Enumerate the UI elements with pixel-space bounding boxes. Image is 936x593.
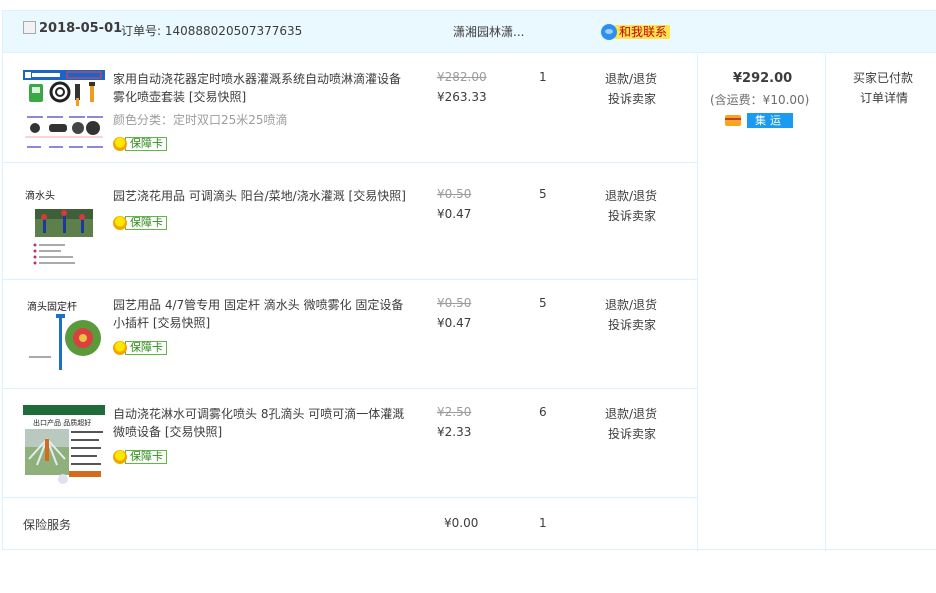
thumb-text: 出口产品 品质超好 xyxy=(33,418,91,427)
thumb-text: 滴水头 xyxy=(25,189,55,202)
complain-seller-link[interactable]: 投诉卖家 xyxy=(608,316,656,333)
guarantee-label: 保障卡 xyxy=(125,450,167,464)
item-paid-price: ¥263.33 xyxy=(437,90,487,104)
item-original-price: ¥0.50 xyxy=(437,296,472,310)
insurance-row: 保险服务 ¥0.00 1 xyxy=(3,498,697,550)
item-quantity: 1 xyxy=(539,70,547,84)
guarantee-badge[interactable]: 保障卡 xyxy=(113,341,167,355)
item-quantity: 5 xyxy=(539,296,547,310)
column-divider xyxy=(697,54,698,551)
shop-name-link[interactable]: 潇湘园林潇... xyxy=(453,23,524,40)
guarantee-badge-icon xyxy=(113,450,127,464)
guarantee-badge[interactable]: 保障卡 xyxy=(113,137,167,151)
guarantee-label: 保障卡 xyxy=(125,137,167,151)
guarantee-badge-icon xyxy=(113,137,127,151)
credit-card-icon[interactable] xyxy=(725,115,741,126)
order-detail-link[interactable]: 订单详情 xyxy=(860,89,908,106)
order-date: 2018-05-01 xyxy=(39,21,123,36)
order-status: 买家已付款 xyxy=(853,71,914,85)
guarantee-badge[interactable]: 保障卡 xyxy=(113,450,167,464)
product-image-mist-nozzle: 出口产品 品质超好 xyxy=(23,405,105,487)
payment-row: 集运 xyxy=(725,113,793,128)
product-image-stake: 滴头固定杆 xyxy=(23,296,105,378)
refund-return-link[interactable]: 退款/退货 xyxy=(605,296,657,313)
guarantee-badge-icon xyxy=(113,341,127,355)
item-paid-price: ¥2.33 xyxy=(437,425,472,439)
order-item-row: 家用自动浇花器定时喷水器灌溉系统自动喷淋滴灌设备雾化喷壶套装 [交易快照] 颜色… xyxy=(3,54,697,163)
complain-seller-link[interactable]: 投诉卖家 xyxy=(608,207,656,224)
column-divider xyxy=(825,54,826,551)
order-number: 订单号: 140888020507377635 xyxy=(121,22,302,39)
item-title-link[interactable]: 家用自动浇花器定时喷水器灌溉系统自动喷淋滴灌设备雾化喷壶套装 [交易快照] xyxy=(113,70,409,106)
order-total: ¥292.00 xyxy=(733,71,793,86)
refund-return-link[interactable]: 退款/退货 xyxy=(605,187,657,204)
shipping-fee: (含运费：¥10.00) xyxy=(710,93,810,107)
item-paid-price: ¥0.47 xyxy=(437,316,472,330)
order-checkbox[interactable] xyxy=(23,21,36,34)
insurance-quantity: 1 xyxy=(539,516,547,530)
item-title-link[interactable]: 园艺用品 4/7管专用 固定杆 滴水头 微喷雾化 固定设备小插杆 [交易快照] xyxy=(113,296,409,332)
guarantee-label: 保障卡 xyxy=(125,341,167,355)
thumb-text: 滴头固定杆 xyxy=(27,300,77,313)
item-original-price: ¥0.50 xyxy=(437,187,472,201)
contact-seller-label: 和我联系 xyxy=(614,25,671,39)
item-thumbnail[interactable]: 滴水头 xyxy=(23,187,105,269)
order-number-label: 订单号: xyxy=(121,24,165,38)
refund-return-link[interactable]: 退款/退货 xyxy=(605,405,657,422)
item-quantity: 5 xyxy=(539,187,547,201)
item-thumbnail[interactable] xyxy=(23,70,105,152)
guarantee-label: 保障卡 xyxy=(125,216,167,230)
item-original-price: ¥2.50 xyxy=(437,405,472,419)
wangwang-chat-icon xyxy=(601,24,617,40)
insurance-price: ¥0.00 xyxy=(444,516,479,530)
item-thumbnail[interactable]: 滴头固定杆 xyxy=(23,296,105,378)
consolidated-shipping-button[interactable]: 集运 xyxy=(747,113,793,128)
product-image-sprinkler-kit xyxy=(23,70,105,152)
order-item-row: 滴头固定杆 园艺用品 4/7管专用 固定杆 滴水头 微喷雾化 固定设备小插杆 [… xyxy=(3,280,697,389)
complain-seller-link[interactable]: 投诉卖家 xyxy=(608,90,656,107)
complain-seller-link[interactable]: 投诉卖家 xyxy=(608,425,656,442)
item-paid-price: ¥0.47 xyxy=(437,207,472,221)
guarantee-badge[interactable]: 保障卡 xyxy=(113,216,167,230)
insurance-label: 保险服务 xyxy=(23,518,72,532)
order-number-value: 140888020507377635 xyxy=(164,24,303,38)
order-card: 2018-05-01 订单号: 140888020507377635 潇湘园林潇… xyxy=(2,10,936,551)
item-title-link[interactable]: 自动浇花淋水可调雾化喷头 8孔滴头 可喷可滴一体灌溉微喷设备 [交易快照] xyxy=(113,405,409,441)
refund-return-link[interactable]: 退款/退货 xyxy=(605,70,657,87)
item-sku: 颜色分类：定时双口25米25喷滴 xyxy=(113,113,288,127)
order-item-row: 滴水头 园艺浇花用品 可调滴头 阳台/菜地/浇水灌溉 [交易快照] 保障卡 ¥0… xyxy=(3,171,697,280)
order-item-row: 出口产品 品质超好 自动浇花淋水可调雾化喷头 8孔滴头 可喷可滴一体灌溉微喷设备… xyxy=(3,389,697,498)
item-quantity: 6 xyxy=(539,405,547,419)
item-original-price: ¥282.00 xyxy=(437,70,487,84)
guarantee-badge-icon xyxy=(113,216,127,230)
contact-seller-button[interactable]: 和我联系 xyxy=(601,24,671,40)
order-header: 2018-05-01 订单号: 140888020507377635 潇湘园林潇… xyxy=(3,11,936,53)
product-image-drip-head: 滴水头 xyxy=(23,187,105,269)
item-thumbnail[interactable]: 出口产品 品质超好 xyxy=(23,405,105,487)
item-title-link[interactable]: 园艺浇花用品 可调滴头 阳台/菜地/浇水灌溉 [交易快照] xyxy=(113,187,409,205)
